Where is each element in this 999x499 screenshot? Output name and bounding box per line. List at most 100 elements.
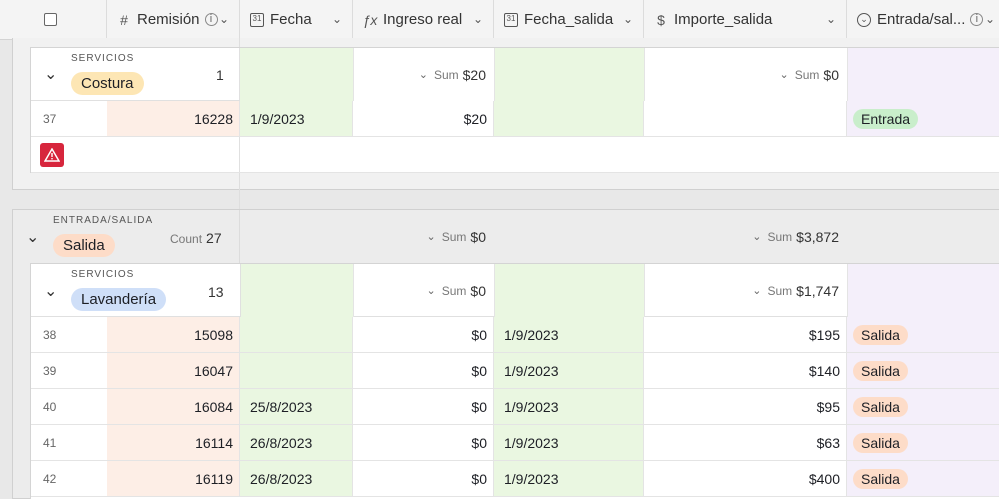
cell-ingreso-real[interactable]: $0 [353,317,494,352]
table-row[interactable]: 40 16084 25/8/2023 $0 1/9/2023 $95 Salid… [31,389,999,425]
cell-entrada-salida[interactable]: Salida [847,389,999,424]
summary-label: Sum [441,283,467,298]
summary-label: Sum [794,67,820,82]
cell-fecha[interactable]: 26/8/2023 [240,425,353,460]
dollar-icon: $ [657,11,665,28]
chevron-down-icon[interactable]: ⌄ [473,12,483,26]
cell-fecha[interactable]: 26/8/2023 [240,461,353,496]
column-header-fecha-salida[interactable]: 31 Fecha_salida ⌄ [494,0,644,39]
chevron-down-icon[interactable]: ⌄ [623,12,633,26]
chevron-down-icon[interactable]: ⌄ [26,227,39,247]
summary-ingreso-real[interactable]: ⌄ Sum $0 [353,210,494,263]
column-header-importe-salida[interactable]: $ Importe_salida ⌄ [644,0,847,39]
row-number: 42 [43,471,57,486]
cell-importe-salida[interactable]: $195 [644,317,847,352]
cell-ingreso-real[interactable]: $0 [353,353,494,388]
cell-remision[interactable]: 15098 [107,317,240,352]
cell-fecha-salida[interactable]: 1/9/2023 [494,461,644,496]
cell-fecha[interactable]: 1/9/2023 [240,101,353,136]
cell-entrada-salida[interactable]: Salida [847,425,999,460]
chevron-down-icon[interactable]: ⌄ [985,12,995,26]
chevron-down-icon: ⌄ [418,69,428,81]
group-value-chip: Costura [71,72,144,95]
column-label: Importe_salida [674,11,773,28]
cell-fecha[interactable] [240,317,353,352]
summary-ingreso-real[interactable]: ⌄ Sum $20 [353,48,494,101]
column-header-remision[interactable]: # Remisión i ⌄ [107,0,240,39]
group-value-chip: Lavandería [71,288,167,311]
status-badge: Salida [853,432,908,453]
cell-remision[interactable]: 16047 [107,353,240,388]
cell-entrada-salida[interactable]: Entrada [847,101,999,136]
table-row[interactable]: 38 15098 $0 1/9/2023 $195 Salida [31,317,999,353]
chevron-down-icon: ⌄ [752,285,762,297]
chevron-down-icon: ⌄ [426,231,436,243]
cell-fecha[interactable]: 25/8/2023 [240,389,353,424]
cell-fecha-salida[interactable] [494,101,644,136]
summary-importe-salida[interactable]: ⌄ Sum $1,747 [644,264,847,317]
cell-ingreso-real[interactable]: $20 [353,101,494,136]
column-label: Ingreso real [383,11,463,28]
summary-fecha-salida [494,264,644,317]
cell-fecha-salida[interactable]: 1/9/2023 [494,353,644,388]
cell-remision[interactable]: 16114 [107,425,240,460]
cell-importe-salida[interactable]: $63 [644,425,847,460]
chevron-down-icon: ⌄ [426,285,436,297]
cell-importe-salida[interactable] [644,101,847,136]
column-label: Fecha [270,11,312,28]
column-header-fecha[interactable]: 31 Fecha ⌄ [240,0,353,39]
cell-ingreso-real[interactable]: $0 [353,389,494,424]
table-row[interactable]: 42 16119 26/8/2023 $0 1/9/2023 $400 Sali… [31,461,999,497]
summary-value: $0 [470,228,486,245]
status-badge: Salida [853,396,908,417]
chevron-down-icon[interactable]: ⌄ [332,12,342,26]
select-all-checkbox[interactable] [44,13,57,26]
chevron-down-icon[interactable]: ⌄ [44,64,57,84]
column-header-entrada-salida[interactable]: ⌄ Entrada/sal... i ⌄ [847,0,999,39]
warning-icon[interactable] [40,143,64,167]
info-icon[interactable]: i [970,13,984,26]
select-all-cell [0,0,107,39]
cell-fecha-salida[interactable]: 1/9/2023 [494,425,644,460]
cell-fecha[interactable] [240,353,353,388]
cell-remision[interactable]: 16119 [107,461,240,496]
group-field-label: ENTRADA/SALIDA [53,215,154,226]
row-number: 40 [43,399,57,414]
row-number: 41 [43,435,57,450]
table-row[interactable]: 39 16047 $0 1/9/2023 $140 Salida [31,353,999,389]
cell-entrada-salida[interactable]: Salida [847,461,999,496]
column-header-ingreso-real[interactable]: ƒx Ingreso real ⌄ [353,0,494,39]
cell-importe-salida[interactable]: $140 [644,353,847,388]
summary-label: Sum [441,229,467,244]
single-select-icon: ⌄ [857,12,871,27]
group-record-count: 13 [208,284,224,300]
cell-remision[interactable]: 16228 [107,101,240,136]
table-row[interactable]: 41 16114 26/8/2023 $0 1/9/2023 $63 Salid… [31,425,999,461]
chevron-down-icon[interactable]: ⌄ [826,12,836,26]
chevron-down-icon[interactable]: ⌄ [44,281,57,301]
cell-entrada-salida[interactable]: Salida [847,353,999,388]
cell-importe-salida[interactable]: $400 [644,461,847,496]
summary-label: Sum [767,229,793,244]
table-row[interactable]: 37 16228 1/9/2023 $20 Entrada [31,101,999,137]
cell-remision[interactable]: 16084 [107,389,240,424]
status-badge: Salida [853,324,908,345]
status-badge: Entrada [853,108,919,129]
column-label: Remisión [137,11,200,28]
summary-importe-salida[interactable]: ⌄ Sum $0 [644,48,847,101]
count-value: 27 [206,230,222,246]
cell-ingreso-real[interactable]: $0 [353,461,494,496]
cell-importe-salida[interactable]: $95 [644,389,847,424]
info-icon[interactable]: i [204,13,218,26]
summary-fecha-salida [494,48,644,101]
cell-fecha-salida[interactable]: 1/9/2023 [494,389,644,424]
cell-fecha-salida[interactable]: 1/9/2023 [494,317,644,352]
cell-ingreso-real[interactable]: $0 [353,425,494,460]
summary-ingreso-real[interactable]: ⌄ Sum $0 [353,264,494,317]
summary-importe-salida[interactable]: ⌄ Sum $3,872 [644,210,847,263]
cell-entrada-salida[interactable]: Salida [847,317,999,352]
add-record-row[interactable] [31,137,999,173]
chevron-down-icon[interactable]: ⌄ [219,12,229,26]
status-badge: Salida [853,360,908,381]
column-header-bar: # Remisión i ⌄ 31 Fecha ⌄ ƒx Ingreso rea… [0,0,999,40]
